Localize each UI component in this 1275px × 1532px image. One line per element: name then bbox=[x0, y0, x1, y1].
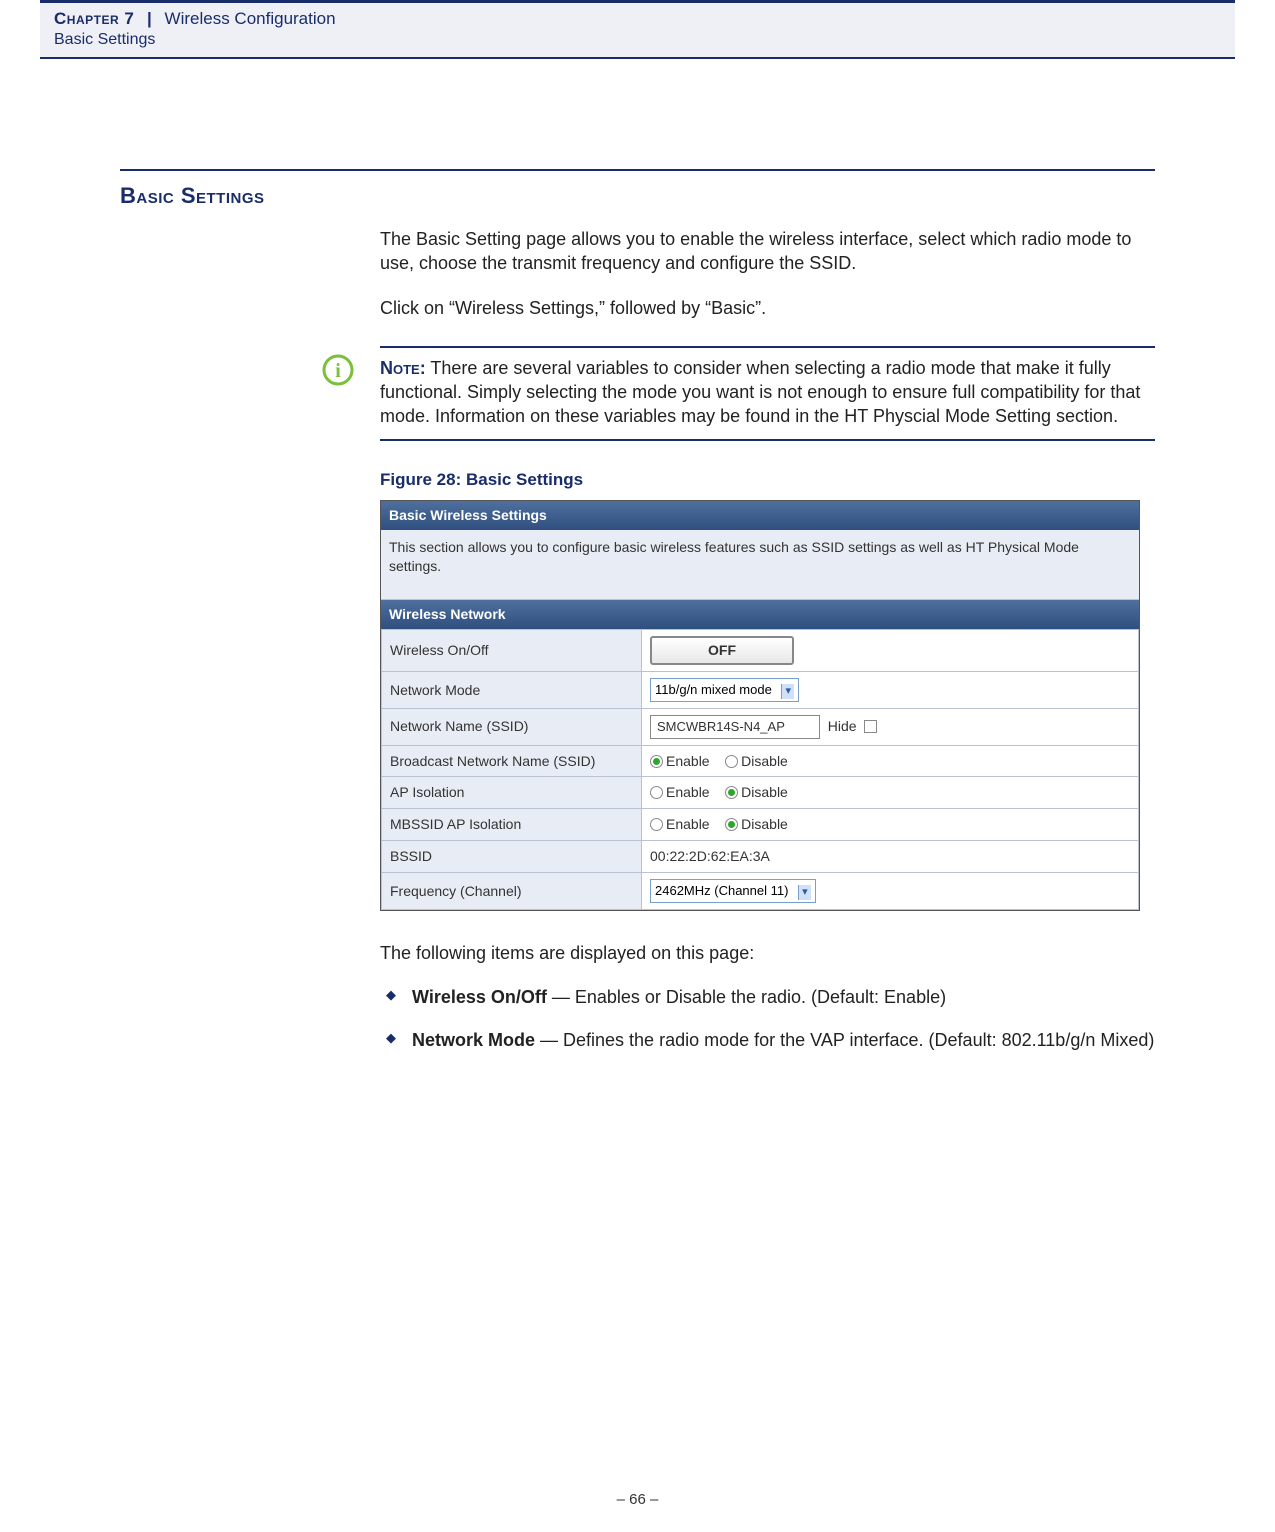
row-value: Enable Disable bbox=[642, 809, 1139, 841]
row-value: Enable Disable bbox=[642, 745, 1139, 777]
enable-text: Enable bbox=[666, 753, 710, 769]
figure-panel-title: Basic Wireless Settings bbox=[381, 501, 1139, 530]
row-value: 2462MHz (Channel 11) ▾ bbox=[642, 873, 1139, 910]
bullet-list: Wireless On/Off — Enables or Disable the… bbox=[380, 985, 1155, 1052]
list-item: Wireless On/Off — Enables or Disable the… bbox=[380, 985, 1155, 1009]
select-value: 2462MHz (Channel 11) bbox=[655, 883, 788, 898]
items-intro: The following items are displayed on thi… bbox=[380, 941, 1155, 965]
row-label: Network Name (SSID) bbox=[382, 709, 642, 746]
svg-text:i: i bbox=[335, 360, 341, 382]
header-title: Wireless Configuration bbox=[165, 9, 336, 28]
note-label: Note: bbox=[380, 358, 426, 378]
item-term: Wireless On/Off bbox=[412, 987, 547, 1007]
table-row: Wireless On/Off OFF bbox=[382, 630, 1139, 672]
hide-checkbox[interactable] bbox=[864, 720, 877, 733]
note-block: i Note: There are several variables to c… bbox=[380, 346, 1155, 441]
wireless-onoff-button[interactable]: OFF bbox=[650, 636, 794, 665]
chevron-down-icon: ▾ bbox=[798, 885, 811, 900]
row-label: Broadcast Network Name (SSID) bbox=[382, 745, 642, 777]
ssid-input[interactable]: SMCWBR14S-N4_AP bbox=[650, 715, 820, 739]
disable-text: Disable bbox=[741, 753, 788, 769]
row-value: 00:22:2D:62:EA:3A bbox=[642, 841, 1139, 873]
table-row: MBSSID AP Isolation Enable Disable bbox=[382, 809, 1139, 841]
row-value: 11b/g/n mixed mode ▾ bbox=[642, 672, 1139, 709]
page-footer: – 66 – bbox=[0, 1491, 1275, 1508]
section-top-rule bbox=[120, 169, 1155, 171]
row-label: Frequency (Channel) bbox=[382, 873, 642, 910]
figure-table: Wireless On/Off OFF Network Mode 11b/g/n… bbox=[381, 629, 1139, 910]
content-area: Basic Settings The Basic Setting page al… bbox=[120, 169, 1155, 1052]
row-value: SMCWBR14S-N4_AP Hide bbox=[642, 709, 1139, 746]
mbssid-disable-radio[interactable] bbox=[725, 818, 738, 831]
broadcast-disable-radio[interactable] bbox=[725, 755, 738, 768]
disable-text: Disable bbox=[741, 784, 788, 800]
broadcast-enable-radio[interactable] bbox=[650, 755, 663, 768]
figure-box: Basic Wireless Settings This section all… bbox=[380, 500, 1140, 911]
table-row: Broadcast Network Name (SSID) Enable Dis… bbox=[382, 745, 1139, 777]
page-number: – 66 – bbox=[617, 1491, 659, 1508]
figure-panel-desc: This section allows you to configure bas… bbox=[381, 530, 1139, 601]
table-row: Frequency (Channel) 2462MHz (Channel 11)… bbox=[382, 873, 1139, 910]
enable-text: Enable bbox=[666, 784, 710, 800]
note-text: There are several variables to consider … bbox=[380, 358, 1140, 427]
item-term: Network Mode bbox=[412, 1030, 535, 1050]
network-mode-select[interactable]: 11b/g/n mixed mode ▾ bbox=[650, 678, 799, 702]
mbssid-enable-radio[interactable] bbox=[650, 818, 663, 831]
row-label: Network Mode bbox=[382, 672, 642, 709]
figure-caption: Figure 28: Basic Settings bbox=[380, 469, 1155, 492]
table-row: AP Isolation Enable Disable bbox=[382, 777, 1139, 809]
table-row: Network Mode 11b/g/n mixed mode ▾ bbox=[382, 672, 1139, 709]
body-column: The Basic Setting page allows you to ena… bbox=[380, 227, 1155, 1052]
header-chapter: Chapter 7 bbox=[54, 9, 134, 28]
frequency-select[interactable]: 2462MHz (Channel 11) ▾ bbox=[650, 879, 816, 903]
disable-text: Disable bbox=[741, 816, 788, 832]
row-label: MBSSID AP Isolation bbox=[382, 809, 642, 841]
table-row: Network Name (SSID) SMCWBR14S-N4_AP Hide bbox=[382, 709, 1139, 746]
item-desc: — Enables or Disable the radio. (Default… bbox=[547, 987, 946, 1007]
apiso-enable-radio[interactable] bbox=[650, 786, 663, 799]
apiso-disable-radio[interactable] bbox=[725, 786, 738, 799]
enable-text: Enable bbox=[666, 816, 710, 832]
header-subtitle: Basic Settings bbox=[54, 31, 1221, 49]
row-value: OFF bbox=[642, 630, 1139, 672]
intro-paragraph-2: Click on “Wireless Settings,” followed b… bbox=[380, 296, 1155, 320]
chevron-down-icon: ▾ bbox=[781, 684, 794, 699]
row-label: BSSID bbox=[382, 841, 642, 873]
select-value: 11b/g/n mixed mode bbox=[655, 682, 772, 697]
row-value: Enable Disable bbox=[642, 777, 1139, 809]
hide-label: Hide bbox=[828, 718, 857, 734]
row-label: AP Isolation bbox=[382, 777, 642, 809]
info-icon: i bbox=[322, 354, 354, 386]
intro-paragraph-1: The Basic Setting page allows you to ena… bbox=[380, 227, 1155, 276]
item-desc: — Defines the radio mode for the VAP int… bbox=[535, 1030, 1154, 1050]
row-label: Wireless On/Off bbox=[382, 630, 642, 672]
section-heading: Basic Settings bbox=[120, 183, 1155, 209]
page-header: Chapter 7 | Wireless Configuration Basic… bbox=[40, 0, 1235, 59]
figure-subpanel-title: Wireless Network bbox=[381, 600, 1139, 629]
header-separator: | bbox=[147, 9, 152, 28]
table-row: BSSID 00:22:2D:62:EA:3A bbox=[382, 841, 1139, 873]
list-item: Network Mode — Defines the radio mode fo… bbox=[380, 1028, 1155, 1052]
